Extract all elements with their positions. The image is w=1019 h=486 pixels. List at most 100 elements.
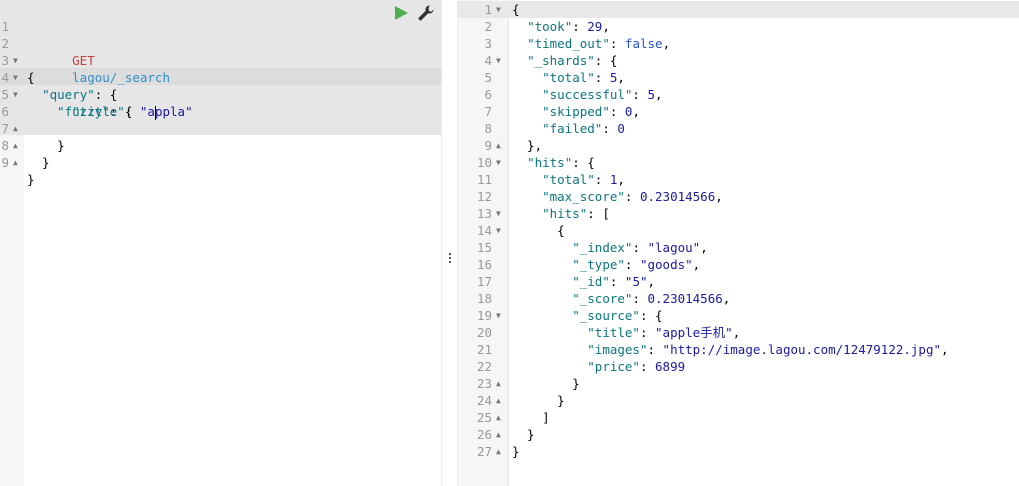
response-line-4[interactable]: 4 ▼ "_shards": { [458,52,1019,69]
json-bracket: ] [512,410,550,425]
response-line-25[interactable]: 25 ▲ ] [458,409,1019,426]
json-colon: : [632,240,648,255]
response-line-2[interactable]: 2 "took": 29, [458,18,1019,35]
pane-splitter[interactable] [441,0,458,486]
fold-up-icon[interactable]: ▲ [496,392,501,409]
request-line-6[interactable]: 6 ▲ } [0,86,441,153]
line-number: 15 [476,240,492,255]
request-line-1[interactable]: 1 GET lagou/_search [0,1,441,85]
response-line-24[interactable]: 24 ▲ } [458,392,1019,409]
line-number: 11 [476,172,492,187]
json-comma: , [662,36,671,51]
json-bracket: { [512,2,520,17]
json-bracket: } [512,444,520,459]
line-number: 7 [484,104,492,119]
response-line-8[interactable]: 8 "failed": 0 [458,120,1019,137]
json-key: "took" [527,19,573,34]
request-line-2[interactable]: 2 ▼ { [0,18,441,85]
request-line-8[interactable]: 8 ▲ } [0,120,441,187]
response-line-17[interactable]: 17 "_id": "5", [458,273,1019,290]
line-number: 27 [476,444,492,459]
json-value: 5 [647,87,656,102]
response-line-16[interactable]: 16 "_type": "goods", [458,256,1019,273]
response-viewer[interactable]: 1 ▼{2 "took": 29, 3 "timed_out": false, 4 ▼ … [458,0,1019,486]
fold-down-icon[interactable]: ▼ [496,1,501,18]
line-number: 17 [476,274,492,289]
fold-down-icon[interactable]: ▼ [496,222,501,239]
line-number: 23 [476,376,492,391]
response-line-22[interactable]: 22 "price": 6899 [458,358,1019,375]
line-number: 14 [476,223,492,238]
json-key: "_shards" [527,53,595,68]
fold-up-icon[interactable]: ▲ [496,443,501,460]
request-line-4[interactable]: 4 ▼ "fuzzy": { [0,52,441,119]
line-number: 6 [484,87,492,102]
line-number: 5 [484,70,492,85]
response-line-13[interactable]: 13 ▼ "hits": [ [458,205,1019,222]
response-line-11[interactable]: 11 "total": 1, [458,171,1019,188]
response-line-15[interactable]: 15 "_index": "lagou", [458,239,1019,256]
send-request-button[interactable] [393,5,409,21]
response-line-26[interactable]: 26 ▲ } [458,426,1019,443]
line-number: 2 [484,19,492,34]
code-text: "_type": "goods", [512,256,700,273]
response-line-23[interactable]: 23 ▲ } [458,375,1019,392]
request-line-5[interactable]: 5 "title": "appla" [0,69,441,120]
fold-down-icon[interactable]: ▼ [496,307,501,324]
response-line-9[interactable]: 9 ▲ }, [458,137,1019,154]
fold-up-icon[interactable]: ▲ [496,426,501,443]
response-line-27[interactable]: 27 ▲} [458,443,1019,460]
response-line-7[interactable]: 7 "skipped": 0, [458,103,1019,120]
json-value: 0 [617,121,625,136]
json-value: "http://image.lagou.com/12479122.jpg" [662,342,941,357]
json-colon: : [609,274,625,289]
fold-down-icon[interactable]: ▼ [496,154,501,171]
json-bracket: { [512,223,565,238]
code-text: { [512,222,565,239]
response-line-10[interactable]: 10 ▼ "hits": { [458,154,1019,171]
code-text: } [512,392,565,409]
json-key: "total" [542,172,595,187]
response-line-18[interactable]: 18 "_score": 0.23014566, [458,290,1019,307]
response-line-19[interactable]: 19 ▼ "_source": { [458,307,1019,324]
code-text: "took": 29, [512,18,610,35]
wrench-icon [418,5,434,21]
fold-down-icon[interactable]: ▼ [496,52,501,69]
response-line-21[interactable]: 21 "images": "http://image.lagou.com/124… [458,341,1019,358]
json-value: "apple手机" [655,325,733,340]
response-line-5[interactable]: 5 "total": 5, [458,69,1019,86]
request-line-3[interactable]: 3 ▼ "query": { [0,35,441,102]
json-key: "_score" [572,291,633,306]
fold-down-icon[interactable]: ▼ [496,205,501,222]
json-key: "images" [587,342,648,357]
fold-up-icon[interactable]: ▲ [496,375,501,392]
json-comma: , [700,240,708,255]
fold-up-icon[interactable]: ▲ [496,409,501,426]
code-text: "hits": { [512,154,595,171]
json-key: "title" [587,325,640,340]
line-number: 21 [476,342,492,357]
fold-up-icon[interactable]: ▲ [496,137,501,154]
code-text: "_source": { [512,307,662,324]
request-editor[interactable]: 1 GET lagou/_search 2 ▼ { 3 ▼ "query": {… [0,0,441,486]
code-text: "successful": 5, [512,86,662,103]
response-line-3[interactable]: 3 "timed_out": false, [458,35,1019,52]
settings-wrench-button[interactable] [417,4,435,22]
response-line-14[interactable]: 14 ▼ { [458,222,1019,239]
line-number: 13 [476,206,492,221]
response-line-1[interactable]: 1 ▼ { [458,1,1019,18]
json-bracket: } [512,376,580,391]
code-text: ] [512,409,550,426]
json-colon: : [572,19,588,34]
response-line-12[interactable]: 12 "max_score": 0.23014566, [458,188,1019,205]
request-line-9[interactable]: 9 [0,137,441,170]
play-icon [395,6,408,20]
response-line-20[interactable]: 20 "title": "apple手机", [458,324,1019,341]
request-line-7[interactable]: 7 ▲ } [0,103,441,170]
response-line-6[interactable]: 6 "successful": 5, [458,86,1019,103]
